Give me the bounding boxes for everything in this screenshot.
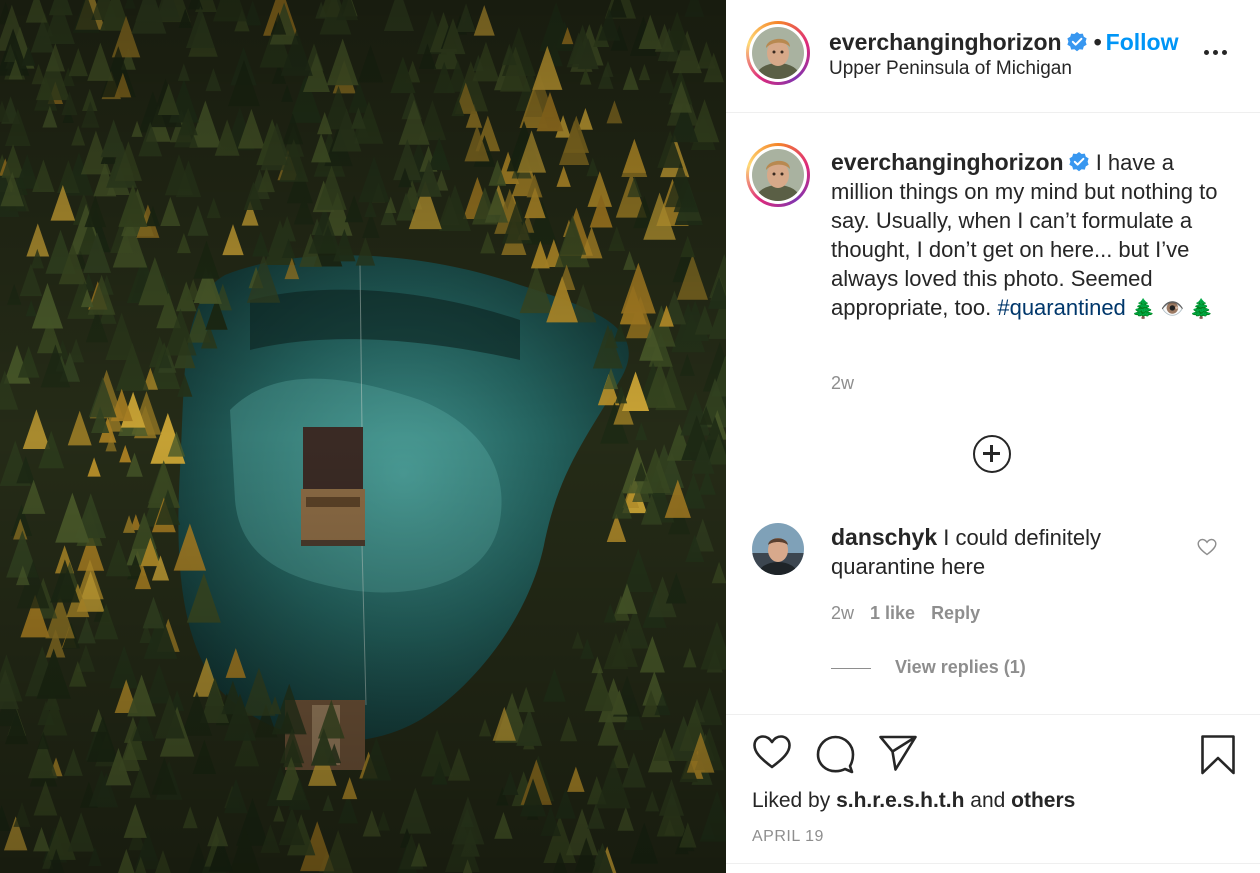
post-location[interactable]: Upper Peninsula of Michigan bbox=[829, 58, 1072, 80]
verified-badge-icon bbox=[1068, 152, 1089, 172]
hashtag-link[interactable]: #quarantined bbox=[997, 295, 1125, 320]
post-actions: Liked by s.h.r.e.s.h.t.h and others APRI… bbox=[726, 714, 1260, 864]
commenter-avatar-image bbox=[752, 523, 804, 575]
follow-button[interactable]: Follow bbox=[1106, 29, 1179, 55]
header-separator: • bbox=[1093, 29, 1102, 55]
author-avatar[interactable] bbox=[746, 21, 810, 85]
verified-badge-icon bbox=[1066, 32, 1087, 52]
caption-avatar[interactable] bbox=[746, 143, 810, 207]
liked-by: Liked by s.h.r.e.s.h.t.h and others bbox=[752, 789, 1075, 813]
bookmark-icon[interactable] bbox=[1200, 734, 1236, 776]
comment-meta: 2w 1 like Reply bbox=[831, 603, 996, 624]
post-photo[interactable] bbox=[0, 0, 726, 873]
comment-bubble-icon[interactable] bbox=[815, 734, 855, 774]
author-avatar-image bbox=[752, 27, 804, 79]
view-replies-label: View replies (1) bbox=[895, 657, 1026, 677]
caption-emojis: 🌲 👁️ 🌲 bbox=[1131, 299, 1214, 320]
post-header: everchanginghorizon • Follow Upper Peninsu… bbox=[726, 0, 1260, 113]
liked-by-others[interactable]: others bbox=[1011, 789, 1075, 812]
heart-outline-icon[interactable] bbox=[1197, 538, 1217, 556]
plus-circle-icon[interactable] bbox=[973, 435, 1011, 473]
comment-text: danschyk I could definitely quarantine h… bbox=[831, 523, 1181, 581]
comment-likes[interactable]: 1 like bbox=[870, 603, 915, 623]
liked-by-prefix: Liked by bbox=[752, 789, 837, 812]
reply-button[interactable]: Reply bbox=[931, 603, 980, 623]
post-date[interactable]: APRIL 19 bbox=[752, 828, 824, 846]
caption-username[interactable]: everchanginghorizon bbox=[831, 149, 1064, 175]
liked-by-and: and bbox=[964, 789, 1012, 812]
more-options-icon[interactable] bbox=[1204, 42, 1234, 62]
commenter-avatar[interactable] bbox=[752, 523, 804, 575]
aerial-lake-forest-image bbox=[0, 0, 726, 873]
caption-avatar-image bbox=[752, 149, 804, 201]
commenter-username[interactable]: danschyk bbox=[831, 524, 937, 550]
caption-text: everchanginghorizon I have a million thi… bbox=[831, 148, 1231, 324]
comment-timestamp[interactable]: 2w bbox=[831, 603, 854, 623]
author-username[interactable]: everchanginghorizon bbox=[829, 29, 1062, 55]
liked-by-user[interactable]: s.h.r.e.s.h.t.h bbox=[836, 789, 964, 812]
post-detail-panel: everchanginghorizon • Follow Upper Peninsu… bbox=[726, 0, 1260, 873]
view-replies-button[interactable]: View replies (1) bbox=[831, 657, 1026, 678]
caption-timestamp[interactable]: 2w bbox=[831, 373, 854, 394]
paper-plane-icon[interactable] bbox=[878, 734, 918, 772]
heart-icon[interactable] bbox=[752, 734, 792, 770]
panel-bottom-divider bbox=[726, 863, 1260, 864]
replies-divider bbox=[831, 667, 871, 669]
